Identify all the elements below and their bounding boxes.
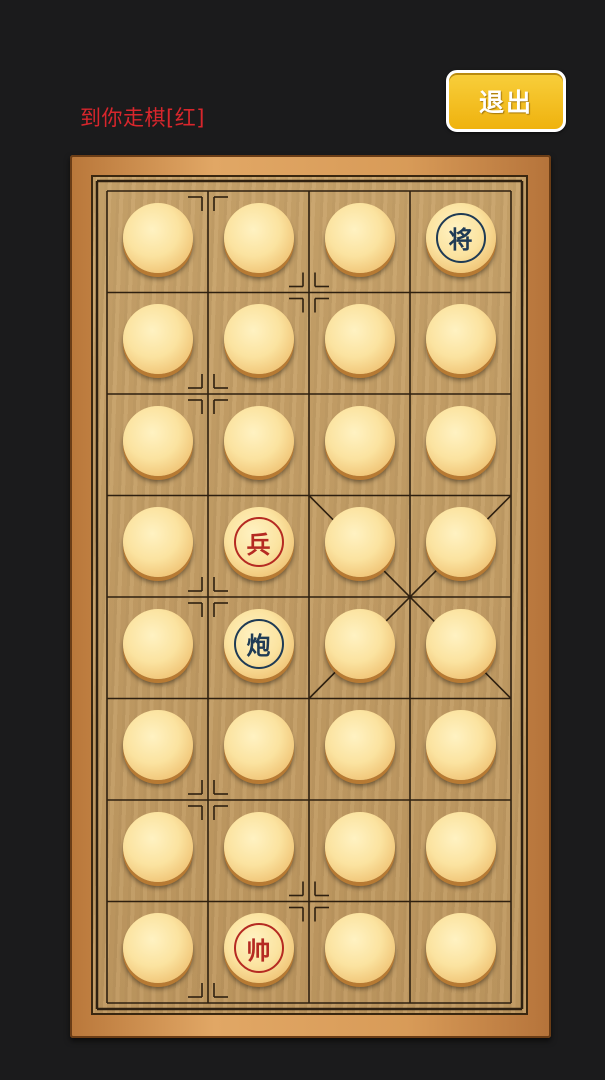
hidden-piece[interactable] — [122, 405, 193, 476]
hidden-piece[interactable] — [425, 608, 496, 679]
turn-status: 到你走棋[红] — [80, 106, 205, 130]
hidden-piece[interactable] — [324, 507, 395, 578]
piece-label: 将 — [435, 212, 486, 263]
hidden-piece[interactable] — [223, 405, 294, 476]
piece-label: 帅 — [233, 923, 284, 974]
black-piece[interactable]: 炮 — [223, 608, 294, 679]
hidden-piece[interactable] — [425, 811, 496, 882]
red-piece[interactable]: 兵 — [223, 507, 294, 578]
hidden-piece[interactable] — [324, 608, 395, 679]
hidden-piece[interactable] — [122, 304, 193, 375]
hidden-piece[interactable] — [425, 913, 496, 984]
hidden-piece[interactable] — [122, 608, 193, 679]
hidden-piece[interactable] — [122, 202, 193, 273]
hidden-piece[interactable] — [425, 710, 496, 781]
hidden-piece[interactable] — [324, 811, 395, 882]
game-board — [91, 175, 528, 1015]
hidden-piece[interactable] — [324, 913, 395, 984]
hidden-piece[interactable] — [324, 202, 395, 273]
hidden-piece[interactable] — [122, 710, 193, 781]
hidden-piece[interactable] — [425, 405, 496, 476]
hidden-piece[interactable] — [324, 405, 395, 476]
hidden-piece[interactable] — [324, 304, 395, 375]
board-lines — [95, 179, 524, 1011]
red-piece[interactable]: 帅 — [223, 913, 294, 984]
hidden-piece[interactable] — [122, 913, 193, 984]
black-piece[interactable]: 将 — [425, 202, 496, 273]
piece-label: 炮 — [233, 618, 284, 669]
hidden-piece[interactable] — [122, 811, 193, 882]
piece-label: 兵 — [233, 517, 284, 568]
hidden-piece[interactable] — [324, 710, 395, 781]
hidden-piece[interactable] — [223, 710, 294, 781]
hidden-piece[interactable] — [223, 202, 294, 273]
hidden-piece[interactable] — [425, 507, 496, 578]
hidden-piece[interactable] — [223, 304, 294, 375]
hidden-piece[interactable] — [425, 304, 496, 375]
hidden-piece[interactable] — [122, 507, 193, 578]
exit-button[interactable]: 退出 — [446, 70, 566, 132]
hidden-piece[interactable] — [223, 811, 294, 882]
